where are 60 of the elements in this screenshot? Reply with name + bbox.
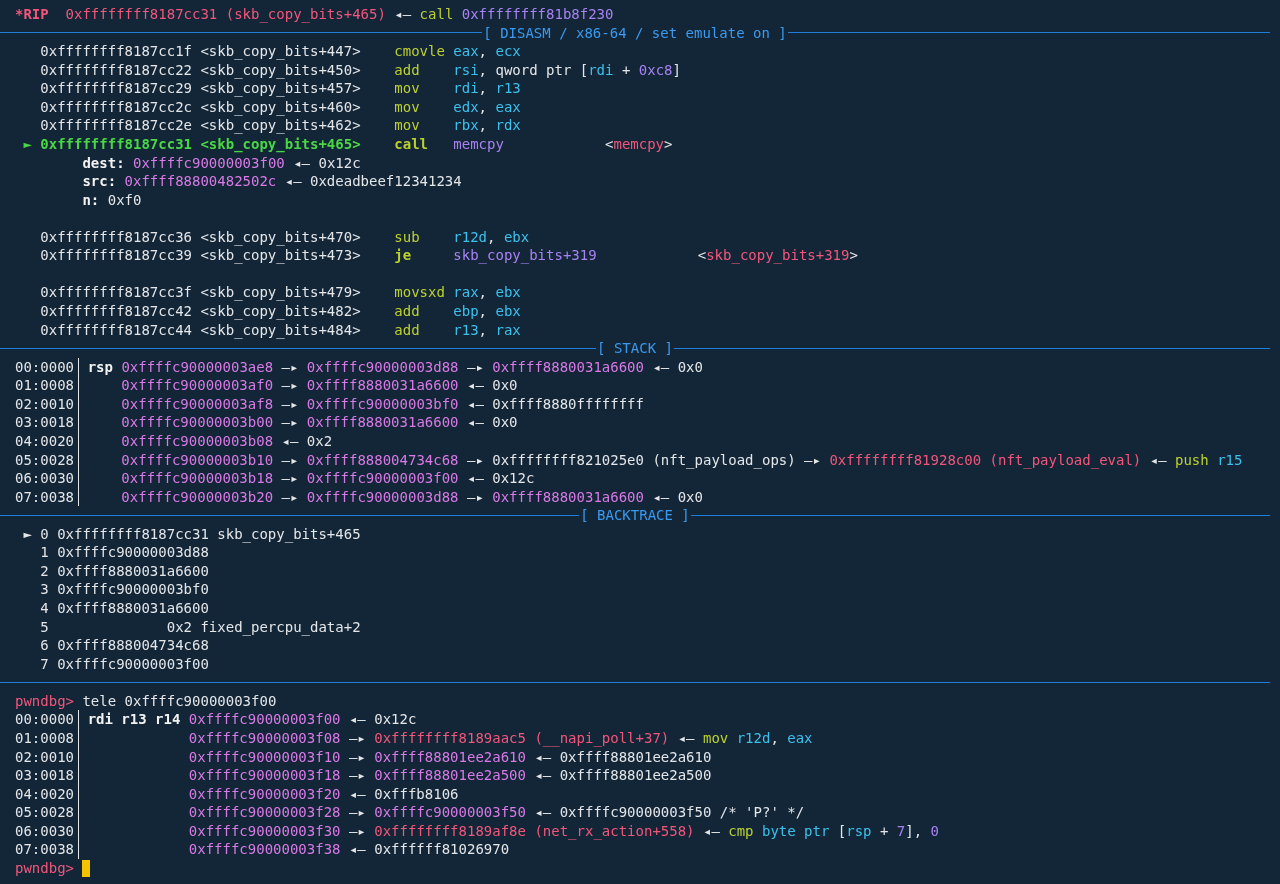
stack-offset: 05:0028: [15, 803, 80, 822]
stack-offset: 01:0008: [15, 728, 80, 748]
terminal-line: src: 0xffff88800482502c ◂— 0xdeadbeef12341234: [81, 172, 462, 191]
terminal-line: 2 0xffff8880031a6600: [39, 561, 209, 581]
stack-offset: 07:0038: [15, 487, 80, 507]
stack-offset: 00:0000: [15, 710, 80, 729]
section-header: [ DISASM / x86-64 / set emulate on ]: [482, 23, 788, 43]
terminal-line: 0xffffffff8187cc29 <skb_copy_bits+457> mov rdi, r13: [39, 79, 521, 98]
terminal-line: 7 0xffffc90000003f00: [39, 654, 209, 674]
stack-offset: 06:0030: [15, 469, 80, 488]
terminal-line: 1 0xffffc90000003d88: [39, 543, 209, 562]
terminal-line: *RIP 0xffffffff8187cc31 (skb_copy_bits+465) ◂— call 0xffffffff81b8f230: [15, 5, 614, 24]
stack-offset: 06:0030: [15, 821, 80, 841]
terminal-line: 0xffffc90000003f28 —▸ 0xffffc90000003f50 ◂— 0xffffc90000003f50 /* 'P?' */: [187, 803, 805, 822]
terminal-line: 0xffffc90000003b00 —▸ 0xffff8880031a6600 ◂— 0x0: [120, 413, 518, 432]
section-header: [ STACK ]: [596, 339, 674, 358]
terminal-line: rdi r13 r14 0xffffc90000003f00 ◂— 0x12c: [86, 710, 417, 729]
terminal-line: 4 0xffff8880031a6600: [39, 599, 209, 618]
terminal-line: 0xffffffff8187cc3f <skb_copy_bits+479> movsxd rax, ebx: [39, 283, 521, 302]
terminal-line: dest: 0xffffc90000003f00 ◂— 0x12c: [81, 153, 361, 173]
terminal-line: 3 0xffffc90000003bf0: [39, 580, 209, 599]
terminal-line: 0xffffffff8187cc2c <skb_copy_bits+460> mov edx, eax: [39, 97, 521, 117]
terminal-line: n: 0xf0: [81, 190, 142, 210]
terminal-line: 0xffffc90000003f08 —▸ 0xffffffff8189aac5 (__napi_poll+37) ◂— mov r12d, eax: [187, 728, 813, 748]
terminal-line: rsp 0xffffc90000003ae8 —▸ 0xffffc90000003d88 —▸ 0xffff8880031a6600 ◂— 0x0: [86, 357, 703, 377]
terminal-line: 6 0xffff888004734c68: [39, 636, 209, 655]
terminal-line: 0xffffc90000003af0 —▸ 0xffff8880031a6600 ◂— 0x0: [120, 376, 518, 395]
stack-offset: 07:0038: [15, 840, 80, 859]
stack-offset: 05:0028: [15, 450, 80, 470]
terminal-line: ► 0xffffffff8187cc31 <skb_copy_bits+465> call memcpy <memcpy>: [22, 134, 673, 154]
section-header: [ BACKTRACE ]: [579, 506, 691, 525]
stack-offset: 02:0010: [15, 747, 80, 767]
terminal-line: 0xffffc90000003f30 —▸ 0xffffffff8189af8e (net_rx_action+558) ◂— cmp byte ptr [rsp + 7], 0: [187, 821, 940, 841]
terminal-line: pwndbg>: [15, 858, 75, 878]
terminal-line: 0xffffc90000003f38 ◂— 0xffffff81026970: [187, 840, 510, 859]
stack-offset: 04:0020: [15, 431, 80, 451]
stack-offset: 00:0000: [15, 357, 80, 377]
terminal-line: pwndbg> tele 0xffffc90000003f00: [15, 691, 277, 711]
terminal-line: 0xffffc90000003b20 —▸ 0xffffc90000003d88 —▸ 0xffff8880031a6600 ◂— 0x0: [120, 487, 703, 507]
terminal-line: 0xffffc90000003f20 ◂— 0xfffb8106: [187, 784, 459, 804]
terminal-line: 0xffffc90000003b08 ◂— 0x2: [120, 431, 333, 451]
stack-offset: 04:0020: [15, 784, 80, 804]
stack-offset: 03:0018: [15, 413, 80, 432]
terminal-line: ► 0 0xffffffff8187cc31 skb_copy_bits+465: [22, 524, 361, 544]
terminal-line: 0xffffffff8187cc42 <skb_copy_bits+482> add ebp, ebx: [39, 302, 521, 321]
terminal-line: 0xffffffff8187cc22 <skb_copy_bits+450> add rsi, qword ptr [rdi + 0xc8]: [39, 60, 681, 80]
terminal-line: 0xffffc90000003f18 —▸ 0xffff88801ee2a500 ◂— 0xffff88801ee2a500: [187, 766, 712, 785]
stack-offset: 01:0008: [15, 376, 80, 395]
stack-offset: 03:0018: [15, 766, 80, 785]
terminal-line: 0xffffffff8187cc44 <skb_copy_bits+484> add r13, rax: [39, 320, 521, 340]
terminal-line: 0xffffffff8187cc1f <skb_copy_bits+447> cmovle eax, ecx: [39, 42, 521, 61]
terminal-line: 0xffffc90000003b18 —▸ 0xffffc90000003f00 ◂— 0x12c: [120, 469, 535, 488]
terminal-line: 0xffffc90000003af8 —▸ 0xffffc90000003bf0 ◂— 0xffff8880ffffffff: [120, 394, 644, 414]
terminal-line: 0xffffc90000003b10 —▸ 0xffff888004734c68 —▸ 0xffffffff821025e0 (nft_payload_ops) —▸ 0xffffffff81928c00 (nft_payload_eval) ◂— push r15: [120, 450, 1243, 470]
terminal-line: 0xffffffff8187cc39 <skb_copy_bits+473> je skb_copy_bits+319 <skb_copy_bits+319>: [39, 246, 858, 265]
terminal-line: 5 0x2 fixed_percpu_data+2: [39, 617, 361, 637]
terminal-line: 0xffffffff8187cc36 <skb_copy_bits+470> sub r12d, ebx: [39, 227, 530, 247]
terminal-line: 0xffffc90000003f10 —▸ 0xffff88801ee2a610 ◂— 0xffff88801ee2a610: [187, 747, 712, 767]
terminal-line: 0xffffffff8187cc2e <skb_copy_bits+462> mov rbx, rdx: [39, 116, 521, 135]
stack-offset: 02:0010: [15, 394, 80, 414]
